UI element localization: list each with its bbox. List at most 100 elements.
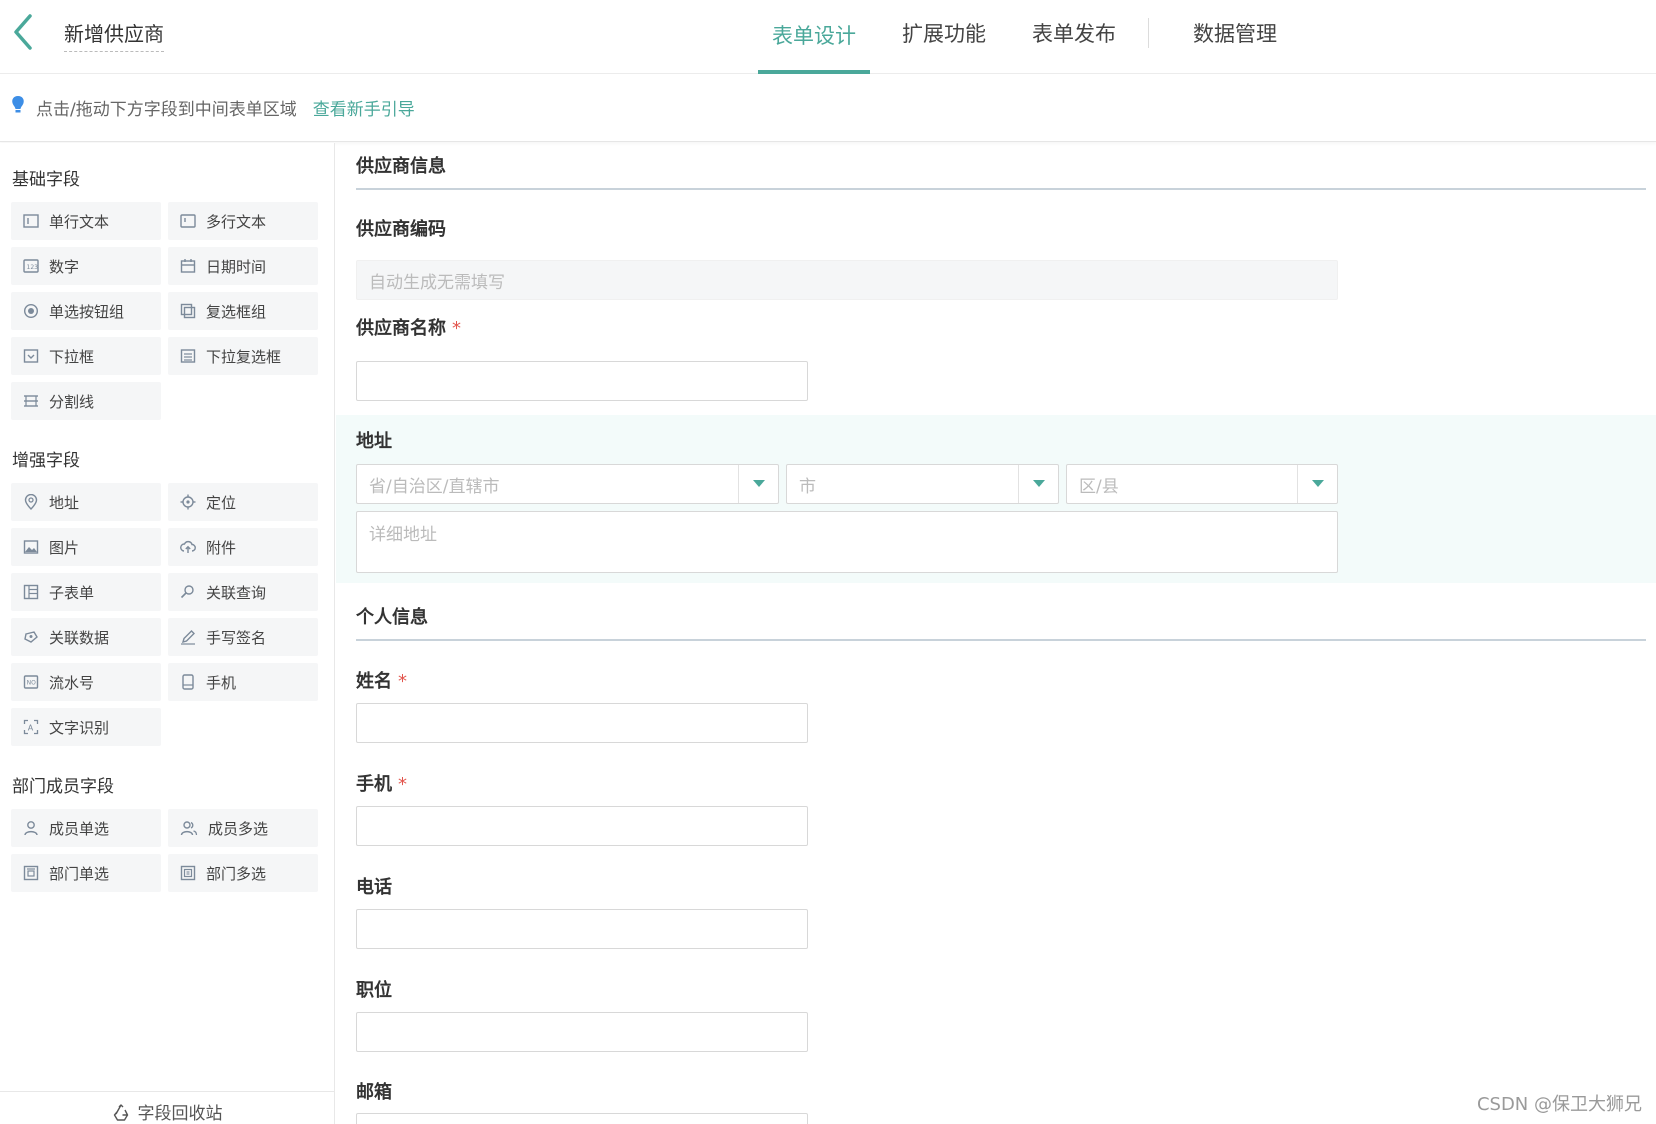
group-title-members: 部门成员字段 bbox=[12, 777, 114, 797]
tab-form-publish[interactable]: 表单发布 bbox=[1018, 0, 1130, 66]
label-text: 姓名 bbox=[356, 671, 392, 692]
required-mark: * bbox=[398, 671, 407, 692]
field-label: 单选按钮组 bbox=[49, 302, 125, 321]
field-label: 图片 bbox=[49, 538, 80, 557]
field-label: 下拉复选框 bbox=[206, 347, 282, 366]
link-search-icon bbox=[180, 585, 194, 599]
guide-link[interactable]: 查看新手引导 bbox=[313, 95, 415, 120]
tab-form-design[interactable]: 表单设计 bbox=[758, 0, 870, 74]
group-title-basic: 基础字段 bbox=[12, 170, 80, 190]
crosshair-icon bbox=[180, 494, 196, 510]
field-label: 下拉框 bbox=[49, 347, 95, 366]
field-label: 手写签名 bbox=[206, 628, 267, 647]
main-nav: 表单设计 扩展功能 表单发布 数据管理 bbox=[758, 0, 1309, 74]
field-dropdown[interactable]: 下拉框 bbox=[11, 337, 161, 375]
field-multi-line-text[interactable]: 多行文本 bbox=[168, 202, 318, 240]
field-label: 日期时间 bbox=[206, 257, 267, 276]
page-title: 新增供应商 bbox=[64, 18, 164, 52]
field-image[interactable]: 图片 bbox=[11, 528, 161, 566]
watermark: CSDN @保卫大狮兄 bbox=[1476, 1094, 1642, 1115]
pen-icon bbox=[181, 630, 195, 645]
label-supplier-code: 供应商编码 bbox=[356, 219, 446, 240]
tab-data-management[interactable]: 数据管理 bbox=[1179, 0, 1291, 66]
field-dept-single[interactable]: 部门单选 bbox=[11, 854, 161, 892]
field-datetime[interactable]: 日期时间 bbox=[168, 247, 318, 285]
textarea-detail-address[interactable]: 详细地址 bbox=[356, 511, 1338, 573]
link-data-icon bbox=[24, 631, 38, 643]
field-signature[interactable]: 手写签名 bbox=[168, 618, 318, 656]
input-mobile[interactable] bbox=[356, 806, 808, 846]
field-dropdown-multi[interactable]: 下拉复选框 bbox=[168, 337, 318, 375]
field-label: 子表单 bbox=[49, 583, 95, 602]
list-check-icon bbox=[180, 349, 196, 363]
caret-down-icon bbox=[1018, 465, 1058, 503]
select-city[interactable]: 市 bbox=[786, 464, 1059, 504]
input-supplier-name[interactable] bbox=[356, 361, 808, 401]
field-label: 文字识别 bbox=[49, 718, 110, 737]
dropdown-icon bbox=[23, 349, 39, 363]
divider-icon bbox=[24, 395, 38, 407]
input-person-name[interactable] bbox=[356, 703, 808, 743]
caret-down-icon bbox=[1297, 465, 1337, 503]
field-mobile[interactable]: 手机 bbox=[168, 663, 318, 701]
select-province[interactable]: 省/自治区/直辖市 bbox=[356, 464, 779, 504]
label-mobile: 手机 * bbox=[356, 770, 407, 796]
field-label: 流水号 bbox=[49, 673, 95, 692]
field-subform[interactable]: 子表单 bbox=[11, 573, 161, 611]
departments-icon bbox=[180, 865, 196, 881]
nav-divider bbox=[1148, 18, 1149, 48]
top-bar: 新增供应商 表单设计 扩展功能 表单发布 数据管理 bbox=[0, 0, 1656, 74]
image-icon bbox=[23, 540, 39, 554]
field-member-single[interactable]: 成员单选 bbox=[11, 809, 161, 847]
field-number[interactable]: 123 数字 bbox=[11, 247, 161, 285]
field-related-data[interactable]: 关联数据 bbox=[11, 618, 161, 656]
calendar-icon bbox=[180, 259, 196, 273]
input-position[interactable] bbox=[356, 1012, 808, 1052]
field-single-line-text[interactable]: 单行文本 bbox=[11, 202, 161, 240]
select-placeholder: 区/县 bbox=[1079, 476, 1119, 497]
field-attachment[interactable]: 附件 bbox=[168, 528, 318, 566]
label-address: 地址 bbox=[356, 431, 392, 452]
text-scan-icon: A bbox=[23, 719, 39, 735]
field-label: 地址 bbox=[49, 493, 80, 512]
field-recycle-bin[interactable]: 字段回收站 bbox=[0, 1091, 334, 1124]
recycle-label: 字段回收站 bbox=[137, 1104, 223, 1124]
field-member-multi[interactable]: 成员多选 bbox=[168, 809, 318, 847]
label-supplier-name: 供应商名称 * bbox=[356, 314, 461, 340]
label-email: 邮箱 bbox=[356, 1082, 392, 1103]
field-serial-number[interactable]: NO 流水号 bbox=[11, 663, 161, 701]
select-placeholder: 市 bbox=[799, 476, 816, 497]
radio-icon bbox=[23, 303, 39, 319]
member-fields-grid: 成员单选 成员多选 部门单选 部门多选 bbox=[11, 809, 334, 892]
serial-number-icon: NO bbox=[23, 675, 39, 689]
field-label: 附件 bbox=[206, 538, 237, 557]
field-related-query[interactable]: 关联查询 bbox=[168, 573, 318, 611]
field-location[interactable]: 定位 bbox=[168, 483, 318, 521]
field-label: 关联查询 bbox=[206, 583, 267, 602]
hint-bar: 点击/拖动下方字段到中间表单区域 查看新手引导 bbox=[0, 74, 1656, 142]
field-checkbox-group[interactable]: 复选框组 bbox=[168, 292, 318, 330]
back-arrow-icon[interactable] bbox=[8, 12, 38, 52]
users-icon bbox=[180, 821, 198, 836]
svg-text:NO: NO bbox=[27, 680, 36, 687]
select-district[interactable]: 区/县 bbox=[1066, 464, 1338, 504]
tab-extensions[interactable]: 扩展功能 bbox=[888, 0, 1000, 66]
field-radio-group[interactable]: 单选按钮组 bbox=[11, 292, 161, 330]
field-ocr[interactable]: A 文字识别 bbox=[11, 708, 161, 746]
field-label: 关联数据 bbox=[49, 628, 110, 647]
input-email[interactable] bbox=[356, 1113, 808, 1124]
field-label: 复选框组 bbox=[206, 302, 267, 321]
section-title-personal: 个人信息 bbox=[356, 603, 1646, 641]
basic-fields-grid: 单行文本 多行文本 123 数字 日期时间 单选按钮组 复选框组 下拉框 下拉复选… bbox=[11, 202, 334, 420]
field-label: 数字 bbox=[49, 257, 80, 276]
table-icon bbox=[23, 584, 39, 600]
field-label: 部门单选 bbox=[49, 864, 110, 883]
input-supplier-code: 自动生成无需填写 bbox=[356, 260, 1338, 300]
location-pin-icon bbox=[24, 494, 38, 510]
label-text: 手机 bbox=[356, 774, 392, 795]
field-address[interactable]: 地址 bbox=[11, 483, 161, 521]
input-phone[interactable] bbox=[356, 909, 808, 949]
required-mark: * bbox=[398, 774, 407, 795]
field-dept-multi[interactable]: 部门多选 bbox=[168, 854, 318, 892]
field-divider[interactable]: 分割线 bbox=[11, 382, 161, 420]
